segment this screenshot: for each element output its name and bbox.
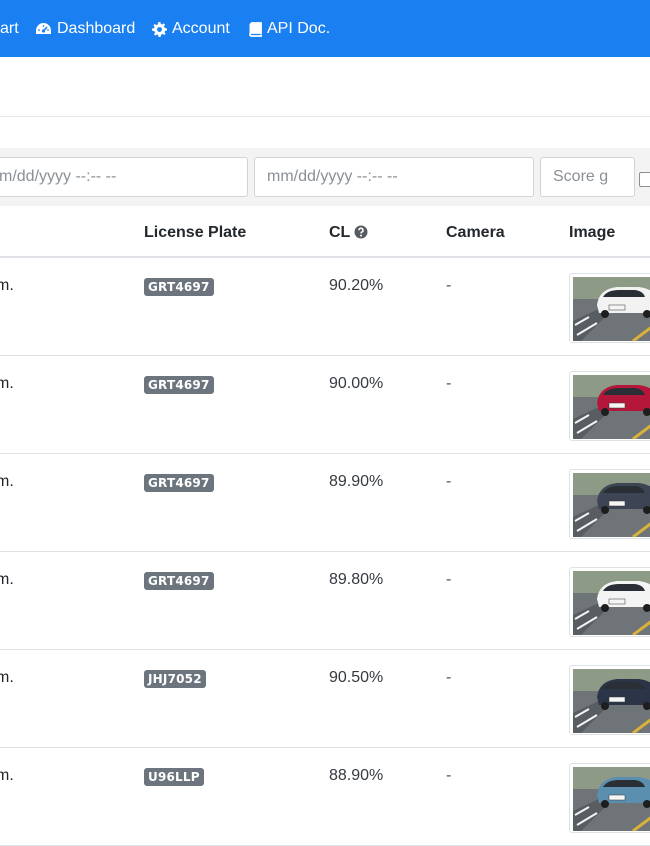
plate-badge[interactable]: GRT4697	[144, 474, 214, 492]
book-icon	[249, 21, 262, 37]
nav-cart-label: art	[0, 20, 19, 37]
vehicle-thumbnail[interactable]	[569, 371, 650, 441]
section-divider	[0, 116, 650, 117]
table-row: m. GRT4697 90.00% -	[0, 356, 650, 454]
filter-bar	[0, 148, 650, 206]
nav-account-label: Account	[172, 20, 230, 37]
nav-cart[interactable]: art	[0, 20, 19, 38]
filter-checkbox[interactable]	[639, 172, 650, 187]
plate-badge[interactable]: GRT4697	[144, 278, 214, 296]
row-cl-score: 90.50%	[329, 669, 384, 686]
end-datetime-input[interactable]	[254, 157, 534, 197]
nav-dashboard-label: Dashboard	[57, 20, 136, 37]
vehicle-thumbnail[interactable]	[569, 665, 650, 735]
row-camera: -	[446, 571, 452, 588]
plate-badge[interactable]: U96LLP	[144, 768, 204, 786]
row-cl-score: 89.80%	[329, 571, 384, 588]
row-date: m.	[0, 375, 14, 392]
row-date: m.	[0, 473, 14, 490]
row-cl-score: 90.00%	[329, 375, 384, 392]
nav-api-doc[interactable]: API Doc.	[248, 20, 330, 38]
row-camera: -	[446, 277, 452, 294]
table-row: m. GRT4697 89.80% -	[0, 552, 650, 650]
gear-icon	[152, 21, 167, 37]
row-cl-score: 90.20%	[329, 277, 384, 294]
row-camera: -	[446, 473, 452, 490]
row-cl-score: 89.90%	[329, 473, 384, 490]
header-image[interactable]: Image	[569, 224, 615, 242]
car-image-icon	[573, 571, 650, 635]
header-cl[interactable]: CL	[329, 224, 368, 244]
header-license-plate[interactable]: License Plate	[144, 224, 246, 242]
car-image-icon	[573, 375, 650, 439]
vehicle-thumbnail[interactable]	[569, 469, 650, 539]
row-date: m.	[0, 669, 14, 686]
nav-dashboard[interactable]: Dashboard	[35, 20, 135, 38]
row-date: m.	[0, 767, 14, 784]
table-header: License Plate CL Camera Image	[0, 206, 650, 258]
row-cl-score: 88.90%	[329, 767, 384, 784]
row-camera: -	[446, 767, 452, 784]
row-date: m.	[0, 277, 14, 294]
car-image-icon	[573, 669, 650, 733]
vehicle-thumbnail[interactable]	[569, 567, 650, 637]
header-cl-label: CL	[329, 224, 351, 241]
nav-api-doc-label: API Doc.	[267, 20, 331, 37]
table-row: m. JHJ7052 90.50% -	[0, 650, 650, 748]
car-image-icon	[573, 767, 650, 831]
row-date: m.	[0, 571, 14, 588]
row-camera: -	[446, 669, 452, 686]
top-navbar: art Dashboard Account API Doc.	[0, 0, 650, 57]
table-row: m. GRT4697 90.20% -	[0, 258, 650, 356]
question-circle-icon[interactable]	[354, 225, 368, 244]
header-camera[interactable]: Camera	[446, 224, 505, 242]
plate-badge[interactable]: JHJ7052	[144, 670, 206, 688]
start-datetime-input[interactable]	[0, 157, 248, 197]
car-image-icon	[573, 277, 650, 341]
vehicle-thumbnail[interactable]	[569, 273, 650, 343]
table-row: m. GRT4697 89.90% -	[0, 454, 650, 552]
dashboard-icon	[36, 22, 51, 34]
nav-account[interactable]: Account	[152, 20, 230, 38]
plate-badge[interactable]: GRT4697	[144, 572, 214, 590]
row-camera: -	[446, 375, 452, 392]
plate-badge[interactable]: GRT4697	[144, 376, 214, 394]
table-row: m. U96LLP 88.90% -	[0, 748, 650, 846]
score-input[interactable]	[540, 157, 635, 197]
vehicle-thumbnail[interactable]	[569, 763, 650, 833]
car-image-icon	[573, 473, 650, 537]
